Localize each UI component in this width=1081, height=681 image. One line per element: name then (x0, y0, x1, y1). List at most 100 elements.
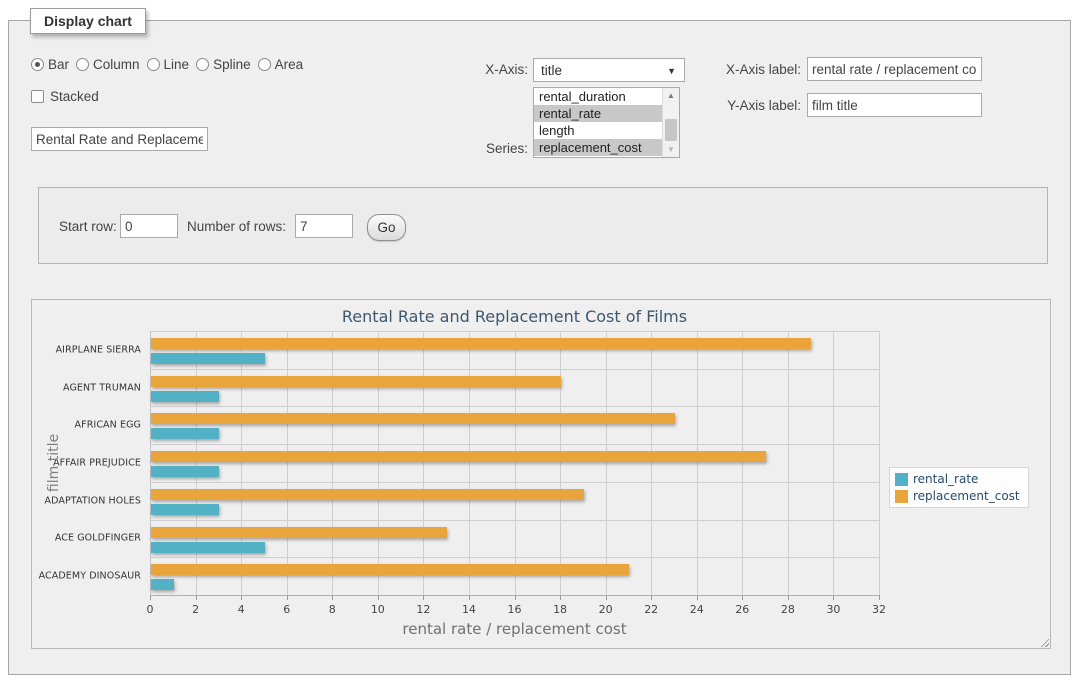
radio-icon[interactable] (147, 58, 160, 71)
x-tick-label: 2 (192, 603, 199, 616)
fieldset-legend: Display chart (30, 8, 146, 34)
radio-label: Bar (48, 57, 69, 72)
series-list-label: Series: (449, 141, 528, 156)
gridline (515, 331, 516, 595)
gridline (423, 331, 424, 595)
bar-replacement_cost[interactable] (151, 527, 447, 538)
band-gridline (150, 331, 879, 332)
y-axis-title: film title (46, 423, 62, 503)
bar-rental_rate[interactable] (151, 504, 219, 515)
bar-rental_rate[interactable] (151, 466, 219, 477)
x-tick-label: 20 (599, 603, 613, 616)
bar-replacement_cost[interactable] (151, 376, 561, 387)
series-option-rental_rate[interactable]: rental_rate (534, 105, 662, 122)
scroll-down-icon[interactable]: ▼ (663, 142, 679, 157)
x-tick-label: 18 (553, 603, 567, 616)
radio-icon[interactable] (258, 58, 271, 71)
chart-container: Rental Rate and Replacement Cost of Film… (31, 299, 1051, 649)
category-label: ACADEMY DINOSAUR (32, 571, 141, 582)
legend-item-replacement_cost[interactable]: replacement_cost (895, 489, 1020, 503)
gridline (241, 331, 242, 595)
scroll-up-icon[interactable]: ▲ (663, 88, 679, 103)
gridline (196, 331, 197, 595)
x-tick-label: 10 (371, 603, 385, 616)
gridline (469, 331, 470, 595)
axis-tick (879, 595, 880, 600)
bar-replacement_cost[interactable] (151, 338, 811, 349)
num-rows-input[interactable] (295, 214, 353, 238)
go-button[interactable]: Go (367, 214, 406, 241)
x-axis-label-input[interactable] (807, 57, 982, 81)
gridline (742, 331, 743, 595)
gridline (287, 331, 288, 595)
x-tick-label: 6 (283, 603, 290, 616)
chart-type-radio-line[interactable]: Line (147, 57, 190, 72)
bar-rental_rate[interactable] (151, 391, 219, 402)
radio-label: Column (93, 57, 140, 72)
gridline (879, 331, 880, 595)
gridline (833, 331, 834, 595)
category-label: ACE GOLDFINGER (32, 533, 141, 544)
radio-icon[interactable] (76, 58, 89, 71)
bar-replacement_cost[interactable] (151, 413, 675, 424)
legend-label: replacement_cost (913, 489, 1020, 503)
legend-swatch-icon (895, 490, 908, 503)
radio-icon[interactable] (196, 58, 209, 71)
num-rows-label: Number of rows: (187, 219, 286, 234)
x-tick-label: 30 (826, 603, 840, 616)
x-axis-label-label: X-Axis label: (709, 62, 801, 77)
stacked-label: Stacked (50, 89, 99, 104)
band-gridline (150, 482, 879, 483)
x-tick-label: 22 (644, 603, 658, 616)
x-tick-label: 8 (329, 603, 336, 616)
x-axis-select[interactable]: title ▼ (533, 58, 685, 82)
band-gridline (150, 369, 879, 370)
x-tick-label: 24 (690, 603, 704, 616)
band-gridline (150, 406, 879, 407)
radio-label: Area (275, 57, 304, 72)
x-axis-select-label: X-Axis: (449, 62, 528, 77)
chart-type-radio-column[interactable]: Column (76, 57, 140, 72)
bar-rental_rate[interactable] (151, 579, 174, 590)
stacked-checkbox[interactable] (31, 90, 44, 103)
legend-swatch-icon (895, 473, 908, 486)
x-axis-title: rental rate / replacement cost (150, 620, 879, 638)
gridline (378, 331, 379, 595)
series-listbox[interactable]: rental_durationrental_ratelengthreplacem… (533, 87, 680, 158)
scrollbar-thumb[interactable] (665, 119, 677, 141)
start-row-label: Start row: (59, 219, 117, 234)
series-option-rental_duration[interactable]: rental_duration (534, 88, 662, 105)
band-gridline (150, 557, 879, 558)
listbox-scrollbar[interactable]: ▲ ▼ (662, 88, 679, 157)
chart-title-input[interactable] (31, 127, 208, 151)
start-row-input[interactable] (120, 214, 178, 238)
bar-rental_rate[interactable] (151, 428, 219, 439)
radio-icon[interactable] (31, 58, 44, 71)
bar-replacement_cost[interactable] (151, 451, 766, 462)
chart-type-radio-spline[interactable]: Spline (196, 57, 251, 72)
resize-handle-icon[interactable] (1038, 636, 1049, 647)
display-chart-fieldset: Display chart BarColumnLineSplineArea St… (8, 20, 1071, 675)
gridline (697, 331, 698, 595)
gridline (606, 331, 607, 595)
legend-item-rental_rate[interactable]: rental_rate (895, 472, 1020, 486)
y-axis-line (150, 331, 151, 595)
band-gridline (150, 520, 879, 521)
series-option-replacement_cost[interactable]: replacement_cost (534, 139, 662, 156)
x-tick-label: 12 (416, 603, 430, 616)
chart-type-radio-bar[interactable]: Bar (31, 57, 69, 72)
bar-replacement_cost[interactable] (151, 564, 629, 575)
x-axis-select-value: title (541, 63, 562, 78)
gridline (560, 331, 561, 595)
y-axis-label-input[interactable] (807, 93, 982, 117)
x-axis-line (150, 595, 879, 596)
bar-replacement_cost[interactable] (151, 489, 584, 500)
chevron-down-icon: ▼ (667, 66, 676, 76)
series-option-length[interactable]: length (534, 122, 662, 139)
x-tick-label: 28 (781, 603, 795, 616)
bar-rental_rate[interactable] (151, 542, 265, 553)
radio-label: Spline (213, 57, 251, 72)
bar-rental_rate[interactable] (151, 353, 265, 364)
chart-type-radio-group: Bar Column Line Spline Area (31, 57, 303, 72)
chart-type-radio-area[interactable]: Area (258, 57, 304, 72)
